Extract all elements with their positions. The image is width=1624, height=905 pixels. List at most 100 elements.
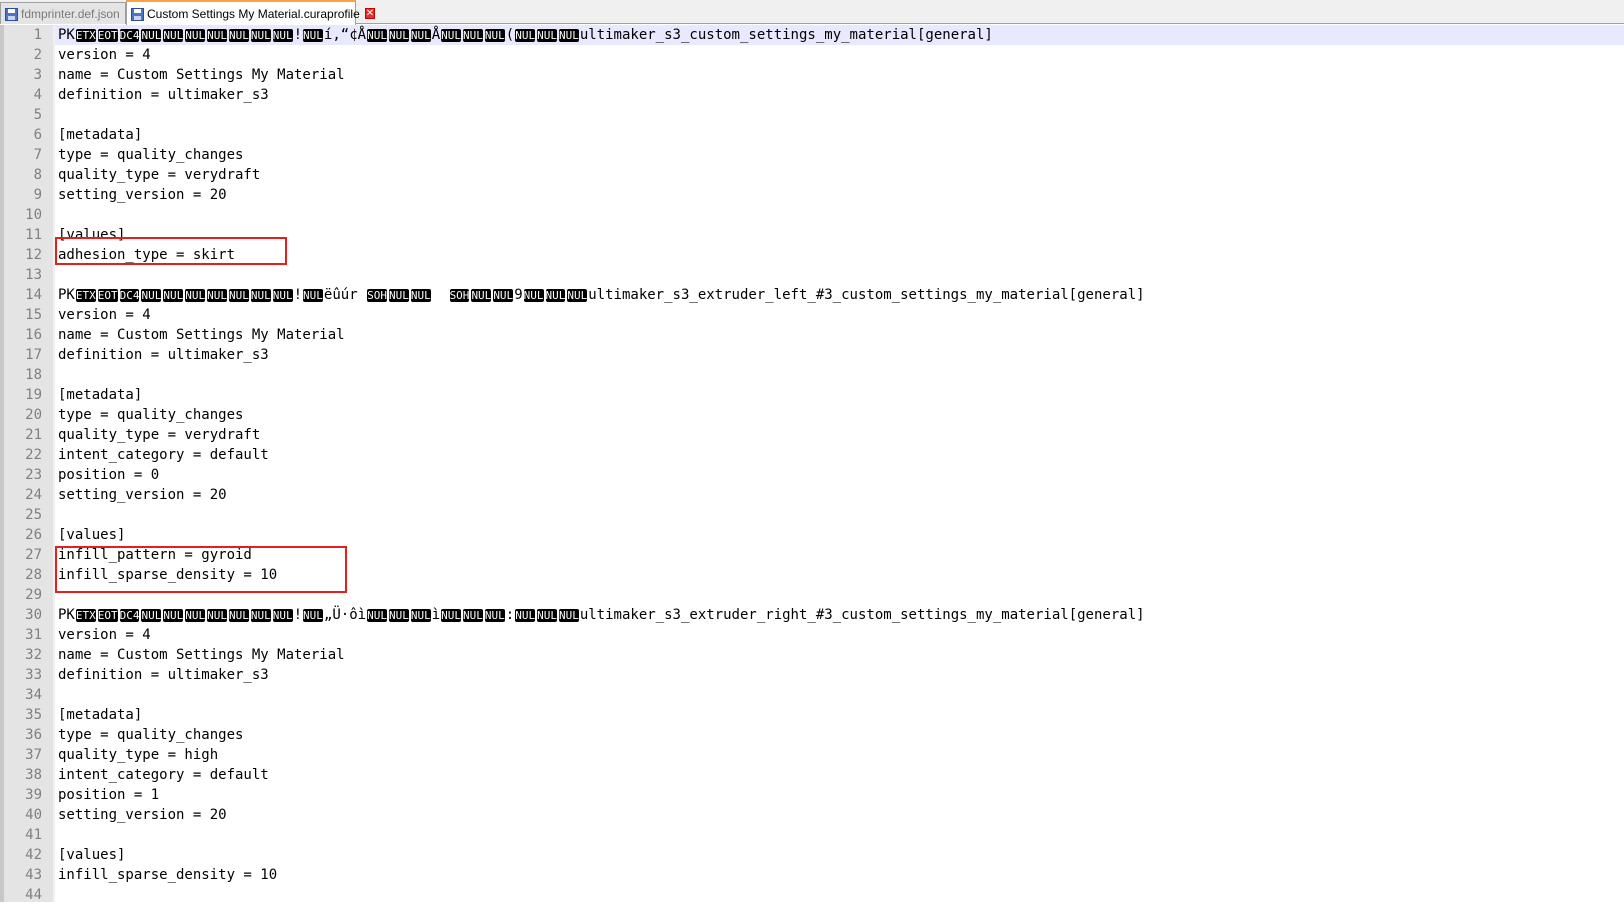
code-line[interactable]: position = 1 [58,785,159,805]
code-line[interactable]: quality_type = high [58,745,218,765]
code-text: infill_sparse_density = 10 [58,867,278,883]
code-text: Å [431,27,441,43]
code-line[interactable]: type = quality_changes [58,145,243,165]
control-char-marker: NUL [484,609,505,622]
control-char-marker: NUL [163,29,184,42]
close-tab-icon[interactable]: ✕ [364,8,376,19]
code-line[interactable]: type = quality_changes [58,725,243,745]
text-editor[interactable]: 1 PKETX EOT DC4 NUL NUL NUL NUL NUL NUL NUL!NULí,“… [0,25,1624,903]
line-number: 4 [33,87,42,103]
control-char-marker: NUL [207,609,227,622]
control-char-marker: NUL [185,609,206,622]
code-line[interactable]: definition = ultimaker_s3 [58,85,269,105]
code-text: type = quality_changes [58,147,244,163]
code-line[interactable]: [metadata] [58,705,142,725]
control-char-marker: ETX [75,29,96,42]
control-char-marker: NUL [537,29,557,42]
tab-bar: fdmprinter.def.json ✕ Custom Settings My… [0,0,1624,25]
line-number: 5 [33,107,42,123]
code-text: definition = ultimaker_s3 [58,667,269,683]
code-line[interactable]: intent_category = default [58,765,269,785]
control-char-marker: NUL [228,29,249,42]
line-number: 23 [25,467,42,483]
code-line[interactable]: PKETX EOT DC4 NUL NUL NUL NUL NUL NUL NUL!NULí,“¢… [58,25,993,46]
code-line[interactable]: [metadata] [58,125,142,145]
control-char-marker: NUL [228,289,249,302]
saved-file-icon [131,7,144,21]
control-char-marker: NUL [388,289,409,302]
code-text: quality_type = high [58,747,219,763]
line-number: 16 [25,327,42,343]
code-line[interactable]: name = Custom Settings My Material [58,645,345,665]
code-text: version = 4 [58,47,151,63]
code-line[interactable]: quality_type = verydraft [58,425,260,445]
code-line[interactable]: position = 0 [58,465,159,485]
code-line[interactable]: definition = ultimaker_s3 [58,345,269,365]
code-text: PK [58,607,75,623]
line-number: 14 [25,287,42,303]
tab-custom-settings-curaprofile[interactable]: Custom Settings My Material.curaprofile … [126,0,376,25]
code-text: name = Custom Settings My Material [58,647,345,663]
code-line[interactable]: infill_sparse_density = 10 [58,865,277,885]
code-text: [metadata] [58,127,143,143]
code-line[interactable]: PKETX EOT DC4 NUL NUL NUL NUL NUL NUL NUL!NULëûúr… [58,285,1145,306]
code-line[interactable]: definition = ultimaker_s3 [58,665,269,685]
code-line[interactable]: version = 4 [58,625,151,645]
control-char-marker: NUL [515,609,536,622]
control-char-marker: NUL [207,289,227,302]
code-text: 9 [514,287,523,303]
control-char-marker: ETX [75,289,96,302]
line-number: 8 [33,167,42,183]
line-number: 41 [25,827,42,843]
code-line[interactable]: [values] [58,525,125,545]
line-number: 28 [25,567,42,583]
code-text: quality_type = verydraft [58,427,261,443]
code-line[interactable]: [metadata] [58,385,142,405]
code-text: : [505,607,515,623]
control-char-marker: NUL [484,29,505,42]
code-line[interactable]: setting_version = 20 [58,805,227,825]
code-line[interactable]: type = quality_changes [58,405,243,425]
line-number: 2 [33,47,42,63]
code-line[interactable]: name = Custom Settings My Material [58,65,345,85]
code-line[interactable]: version = 4 [58,305,151,325]
code-text: position = 1 [58,787,160,803]
line-number: 11 [25,227,42,243]
control-char-marker: NUL [367,29,387,42]
code-text: ì [431,607,441,623]
control-char-marker: DC4 [119,29,140,42]
tab-label: Custom Settings My Material.curaprofile [147,6,360,21]
control-char-marker: ETX [75,609,96,622]
code-text: definition = ultimaker_s3 [58,347,269,363]
tab-fdmprinter-def-json[interactable]: fdmprinter.def.json ✕ [0,2,136,24]
code-text: ( [505,27,515,43]
line-number: 24 [25,487,42,503]
line-number: 25 [25,507,42,523]
line-number: 6 [33,127,42,143]
code-text: ! [293,27,303,43]
code-line[interactable]: setting_version = 20 [58,485,227,505]
line-number: 31 [25,627,42,643]
saved-file-icon [5,7,18,21]
control-char-marker: EOT [97,29,118,42]
control-char-marker: NUL [463,29,483,42]
line-number: 13 [25,267,42,283]
code-line[interactable]: setting_version = 20 [58,185,227,205]
code-text: ultimaker_s3_extruder_left_#3_custom_set… [588,287,1145,303]
code-line[interactable]: version = 4 [58,45,151,65]
red-highlight-box [55,546,347,593]
code-text: version = 4 [58,627,151,643]
control-char-marker: NUL [303,29,323,42]
code-text: ! [293,607,303,623]
code-text: ëûúr [323,287,367,303]
code-line[interactable]: intent_category = default [58,445,269,465]
line-number: 40 [25,807,42,823]
code-line[interactable]: [values] [58,845,125,865]
code-line[interactable]: name = Custom Settings My Material [58,325,345,345]
control-char-marker: NUL [567,289,588,302]
line-number: 9 [33,187,42,203]
code-line[interactable]: PKETX EOT DC4 NUL NUL NUL NUL NUL NUL NUL!NUL„Ü·ô… [58,605,1145,626]
control-char-marker: NUL [463,609,483,622]
control-char-marker: NUL [388,609,409,622]
code-line[interactable]: quality_type = verydraft [58,165,260,185]
